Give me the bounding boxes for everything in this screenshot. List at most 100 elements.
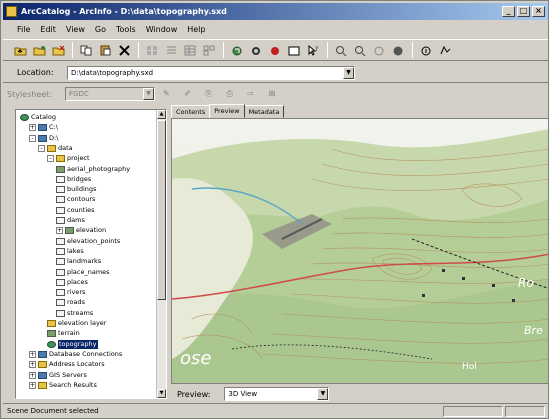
details-icon[interactable]	[183, 43, 198, 58]
tree-item[interactable]: places	[56, 278, 88, 287]
disconnect-folder-icon[interactable]	[51, 43, 66, 58]
whats-this-icon[interactable]: ?	[306, 43, 321, 58]
minimize-button[interactable]: _	[502, 6, 515, 17]
tab-contents[interactable]: Contents	[171, 105, 211, 118]
scroll-thumb[interactable]	[157, 120, 166, 300]
zoom-in-icon[interactable]	[334, 43, 349, 58]
globe-navigate-icon[interactable]	[438, 43, 453, 58]
tree-item-label: bridges	[67, 174, 92, 183]
paste-icon[interactable]	[98, 43, 113, 58]
tree-scrollbar[interactable]: ▲ ▼	[156, 110, 166, 398]
stylesheet-combo[interactable]: FGDC ▼	[65, 87, 155, 101]
tree-item[interactable]: landmarks	[56, 257, 101, 266]
preview-bar: Preview: 3D View ▼	[171, 386, 549, 402]
tree-item[interactable]: lakes	[56, 247, 84, 256]
scroll-up-icon[interactable]: ▲	[157, 110, 166, 119]
tree-item[interactable]: Catalog	[20, 113, 56, 122]
feature-class-icon	[56, 206, 65, 214]
tree-item[interactable]: aerial_photography	[56, 165, 130, 174]
menu-tools[interactable]: Tools	[116, 25, 136, 34]
tree-item-label: Catalog	[31, 113, 56, 121]
zoom-out-icon[interactable]	[353, 43, 368, 58]
tree-item[interactable]: rivers	[56, 288, 85, 297]
expand-icon[interactable]: +	[29, 381, 36, 389]
window-title: ArcCatalog - ArcInfo - D:\data\topograph…	[21, 7, 227, 16]
pan-icon[interactable]	[372, 43, 387, 58]
location-value: D:\data\topography.sxd	[71, 68, 154, 77]
tree-item[interactable]: place_names	[56, 268, 110, 277]
large-icons-icon[interactable]	[145, 43, 160, 58]
tree-item-label: topography	[58, 339, 98, 349]
delete-icon[interactable]	[117, 43, 132, 58]
feature-class-icon	[56, 247, 65, 255]
expand-icon[interactable]: +	[29, 124, 36, 132]
close-button[interactable]: ×	[532, 6, 545, 17]
tab-preview[interactable]: Preview	[209, 104, 245, 118]
status-panel	[505, 406, 545, 417]
tree-item[interactable]: + C:\	[29, 123, 58, 132]
arccatalog-window: ArcCatalog - ArcInfo - D:\data\topograph…	[0, 0, 549, 419]
tree-item[interactable]: topography	[47, 339, 98, 349]
identify-icon[interactable]	[419, 43, 434, 58]
chevron-down-icon[interactable]: ▼	[143, 88, 154, 100]
chevron-down-icon[interactable]: ▼	[343, 66, 354, 79]
tree-item[interactable]: - project	[47, 154, 90, 163]
scroll-down-icon[interactable]: ▼	[157, 389, 166, 398]
tree-item[interactable]: - D:\	[29, 134, 58, 143]
tree-item[interactable]: + elevation	[56, 226, 106, 235]
menu-help[interactable]: Help	[187, 25, 205, 34]
tree-item-label: Database Connections	[49, 349, 123, 358]
full-extent-icon[interactable]	[391, 43, 406, 58]
tree-item[interactable]: buildings	[56, 185, 96, 194]
tree-item[interactable]: - data	[38, 144, 73, 153]
thumbnails-icon[interactable]	[202, 43, 217, 58]
tab-metadata[interactable]: Metadata	[243, 105, 285, 118]
place-label: Bre	[524, 324, 543, 337]
up-folder-icon[interactable]	[13, 43, 28, 58]
stylesheet-label: Stylesheet:	[7, 89, 53, 99]
collapse-icon[interactable]: -	[29, 134, 36, 142]
metadata-tool-icons[interactable]: ✎ ✐ ⎘ ⎙ ⇨ ⊞	[163, 89, 281, 99]
menu-file[interactable]: File	[17, 25, 30, 34]
collapse-icon[interactable]: -	[47, 155, 54, 163]
menu-view[interactable]: View	[66, 25, 85, 34]
expand-icon[interactable]: +	[29, 371, 36, 379]
collapse-icon[interactable]: -	[38, 144, 45, 152]
expand-icon[interactable]: +	[29, 350, 36, 358]
tree-item[interactable]: counties	[56, 206, 95, 215]
connect-folder-icon[interactable]	[32, 43, 47, 58]
catalog-tree[interactable]: Catalog + C:\ - D:\ - data - project aerial_photo…	[15, 109, 167, 399]
tree-item[interactable]: elevation_points	[56, 237, 120, 246]
tree-item[interactable]: roads	[56, 298, 85, 307]
tree-item[interactable]: + GIS Servers	[29, 371, 87, 380]
tree-item[interactable]: contours	[56, 195, 95, 204]
chevron-down-icon[interactable]: ▼	[317, 388, 329, 400]
list-icon[interactable]	[164, 43, 179, 58]
search-icon[interactable]	[268, 43, 283, 58]
menu-window[interactable]: Window	[146, 25, 178, 34]
tree-item[interactable]: + Search Results	[29, 381, 97, 390]
metadata-icon[interactable]	[249, 43, 264, 58]
location-combo[interactable]: D:\data\topography.sxd ▼	[67, 65, 355, 80]
menu-go[interactable]: Go	[95, 25, 106, 34]
arctoolbox-icon[interactable]	[287, 43, 302, 58]
preview-type-combo[interactable]: 3D View ▼	[224, 387, 330, 401]
tree-item-label: place_names	[67, 267, 110, 276]
menu-edit[interactable]: Edit	[40, 25, 56, 34]
expand-icon[interactable]: +	[29, 361, 36, 369]
tree-item[interactable]: streams	[56, 309, 93, 318]
3d-scene-preview[interactable]: Ro Bre ose Hol	[171, 118, 549, 384]
maximize-button[interactable]: □	[517, 6, 530, 17]
location-label: Location:	[17, 68, 54, 77]
status-text: Scene Document selected	[7, 407, 99, 415]
tree-item[interactable]: elevation layer	[47, 319, 106, 328]
expand-icon[interactable]: +	[56, 227, 63, 235]
copy-icon[interactable]	[79, 43, 94, 58]
launch-arcmap-icon[interactable]	[230, 43, 245, 58]
tree-item[interactable]: + Address Locators	[29, 360, 105, 369]
tree-item[interactable]: bridges	[56, 175, 91, 184]
tree-item[interactable]: terrain	[47, 329, 80, 338]
tree-item[interactable]: dams	[56, 216, 85, 225]
status-bar: Scene Document selected	[3, 403, 548, 418]
tree-item[interactable]: + Database Connections	[29, 350, 122, 359]
